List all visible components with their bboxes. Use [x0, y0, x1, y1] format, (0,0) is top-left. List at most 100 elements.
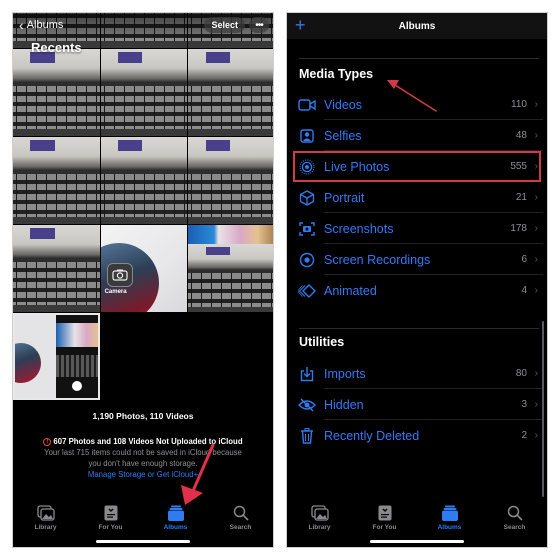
- album-label: Selfies: [324, 128, 362, 143]
- album-count: 6: [521, 254, 527, 265]
- album-row-imports[interactable]: Imports 80 ›: [287, 358, 547, 389]
- album-row-hidden[interactable]: Hidden 3 ›: [287, 389, 547, 420]
- chevron-right-icon: ›: [534, 399, 538, 410]
- album-label: Screen Recordings: [324, 252, 431, 267]
- camera-app-icon: [106, 263, 133, 287]
- album-count: 4: [521, 285, 527, 296]
- tab-label: For You: [372, 524, 397, 531]
- portrait-cube-icon: [296, 189, 318, 206]
- photo-grid-row: [13, 49, 273, 136]
- thumbnail-camera-view: [56, 315, 98, 398]
- tab-label: Search: [229, 524, 252, 531]
- album-label: Portrait: [324, 190, 365, 205]
- alert-icon: !: [43, 437, 52, 446]
- photo-thumbnail[interactable]: [13, 225, 100, 312]
- hidden-eye-icon: [296, 398, 318, 412]
- screen-recording-icon: [296, 252, 318, 268]
- album-label: Screenshots: [324, 221, 394, 236]
- divider: [299, 328, 539, 329]
- tab-label: Albums: [437, 524, 462, 531]
- library-icon: [310, 505, 329, 521]
- photo-thumbnail[interactable]: [100, 137, 188, 224]
- album-row-live-photos[interactable]: Live Photos 555 ›: [293, 151, 541, 182]
- tab-label: Albums: [163, 524, 188, 531]
- back-button[interactable]: ‹ Albums: [19, 18, 63, 32]
- album-row-selfies[interactable]: Selfies 48 ›: [287, 120, 547, 151]
- chevron-right-icon: ›: [534, 254, 538, 265]
- album-row-animated[interactable]: Animated 4 ›: [287, 275, 547, 306]
- album-row-videos[interactable]: Videos 110 ›: [287, 89, 547, 120]
- wallpaper-disc: [15, 343, 41, 383]
- album-count: 21: [515, 192, 527, 203]
- section-title-utilities: Utilities: [299, 335, 345, 349]
- albums-screen: + Albums Media Types Videos 110 › Selfie…: [286, 12, 548, 548]
- album-row-recently-deleted[interactable]: Recently Deleted 2 ›: [287, 420, 547, 451]
- chevron-right-icon: ›: [534, 430, 538, 441]
- scrollbar[interactable]: [541, 321, 544, 497]
- back-label: Albums: [26, 19, 64, 31]
- chevron-right-icon: ›: [534, 99, 538, 110]
- photo-thumbnail-camera-screenshot[interactable]: Camera: [100, 225, 188, 312]
- photo-thumbnail[interactable]: [188, 225, 273, 312]
- for-you-icon: [102, 505, 120, 521]
- album-label: Live Photos: [324, 159, 390, 174]
- navigation-bar: + Albums: [287, 13, 547, 39]
- photo-thumbnail[interactable]: [13, 137, 100, 224]
- album-count: 48: [515, 130, 527, 141]
- chevron-right-icon: ›: [534, 285, 538, 296]
- trash-icon: [296, 427, 318, 444]
- album-label: Videos: [324, 97, 362, 112]
- albums-icon: [441, 505, 459, 521]
- thumbnail-keyboard: [188, 244, 273, 312]
- tab-search[interactable]: Search: [490, 505, 540, 547]
- album-label: Animated: [324, 283, 377, 298]
- warning-body-line2: you don't have enough storage.: [88, 459, 198, 468]
- thumbnail-banner: [56, 323, 98, 347]
- photo-thumbnail[interactable]: [13, 49, 100, 136]
- selfie-icon: [296, 128, 318, 143]
- video-icon: [296, 98, 318, 111]
- divider: [299, 58, 539, 59]
- albums-icon: [167, 505, 185, 521]
- manage-storage-link[interactable]: Manage Storage or Get iCloud+: [13, 469, 273, 480]
- select-button[interactable]: Select: [204, 17, 245, 33]
- tab-library[interactable]: Library: [295, 505, 345, 547]
- tab-search[interactable]: Search: [216, 505, 266, 547]
- album-count: 110: [511, 99, 527, 110]
- search-icon: [232, 505, 250, 521]
- home-indicator: [96, 540, 190, 543]
- album-label: Hidden: [324, 397, 364, 412]
- photo-thumbnail[interactable]: [100, 49, 188, 136]
- home-indicator: [370, 540, 464, 543]
- import-icon: [296, 366, 318, 382]
- photo-thumbnail[interactable]: [188, 137, 273, 224]
- album-count: 3: [521, 399, 527, 410]
- photo-grid-row: Camera: [13, 225, 273, 312]
- photo-thumbnail[interactable]: [188, 49, 273, 136]
- icloud-warning: ! 607 Photos and 108 Videos Not Uploaded …: [13, 436, 273, 480]
- tab-label: Library: [308, 524, 331, 531]
- chevron-right-icon: ›: [534, 130, 538, 141]
- photo-grid-row: [13, 137, 273, 224]
- library-icon: [36, 505, 55, 521]
- photo-thumbnail-selected[interactable]: [13, 313, 100, 400]
- album-label: Imports: [324, 366, 366, 381]
- album-row-portrait[interactable]: Portrait 21 ›: [287, 182, 547, 213]
- album-count: 178: [510, 223, 527, 234]
- photo-grid: Camera: [13, 13, 273, 401]
- chevron-left-icon: ‹: [19, 17, 24, 33]
- album-count: 80: [515, 368, 527, 379]
- album-row-screen-recordings[interactable]: Screen Recordings 6 ›: [287, 244, 547, 275]
- shutter-icon: [71, 381, 82, 391]
- photo-grid-row: [13, 313, 273, 400]
- for-you-icon: [376, 505, 394, 521]
- section-title-media-types: Media Types: [299, 67, 374, 81]
- media-types-list: Videos 110 › Selfies 48 › Live Photos 55…: [287, 89, 547, 306]
- warning-body-line1: Your last 715 items could not be saved i…: [44, 448, 242, 457]
- album-label: Recently Deleted: [324, 428, 420, 443]
- add-album-button[interactable]: +: [295, 16, 306, 34]
- tab-library[interactable]: Library: [21, 505, 71, 547]
- album-row-screenshots[interactable]: Screenshots 178 ›: [287, 213, 547, 244]
- thumbnail-home-screen: [15, 315, 57, 398]
- more-options-button[interactable]: •••: [249, 17, 269, 33]
